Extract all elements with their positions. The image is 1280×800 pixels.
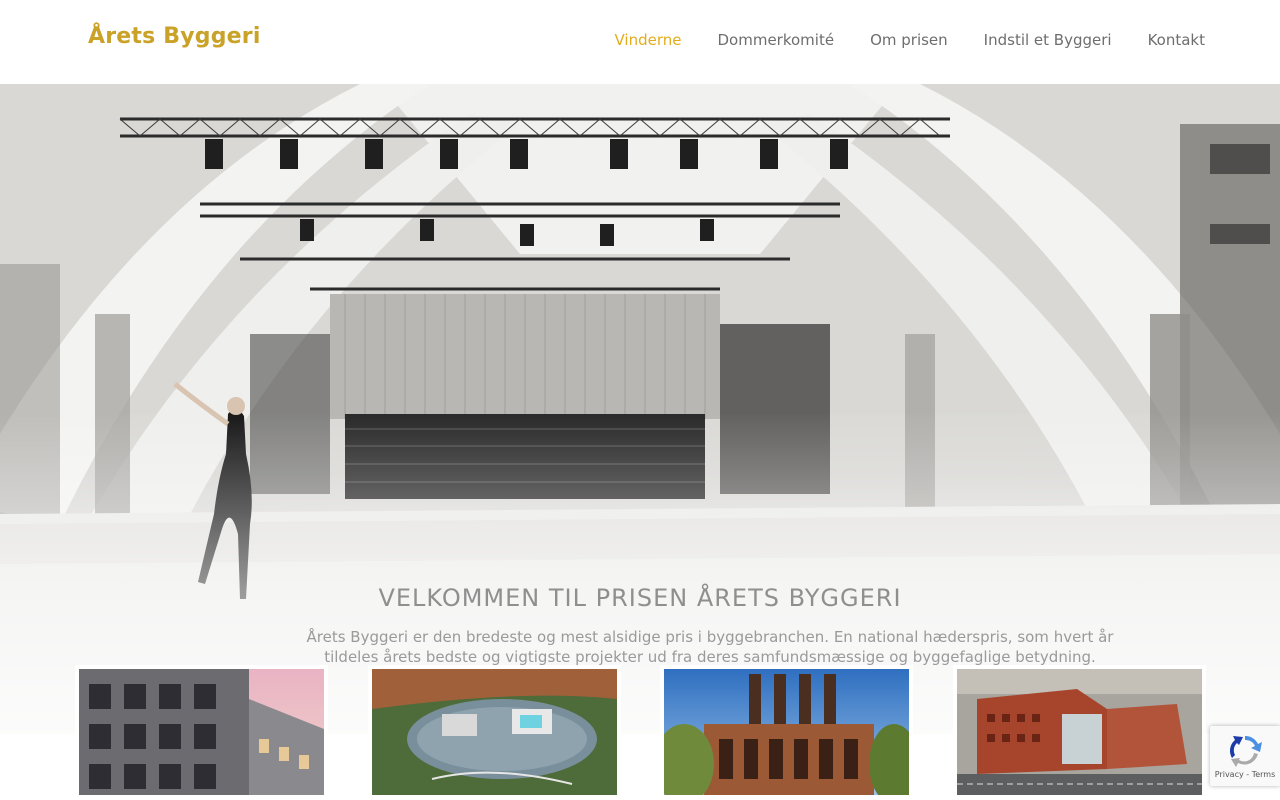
nav-item-kontakt[interactable]: Kontakt [1148,31,1205,49]
hero-section: VELKOMMEN TIL PRISEN ÅRETS BYGGERI Årets… [0,84,1280,734]
project-card-2[interactable] [368,665,621,799]
project-card-4[interactable] [953,665,1206,799]
project-card-3[interactable] [660,665,913,799]
project-image-4 [957,669,1202,795]
project-image-1 [79,669,324,795]
nav-item-vinderne[interactable]: Vinderne [615,31,682,49]
project-card-1[interactable] [75,665,328,799]
site-header: Årets Byggeri Vinderne Dommerkomité Om p… [0,0,1280,84]
nav-item-dommerkomite[interactable]: Dommerkomité [718,31,835,49]
hero-description: Årets Byggeri er den bredeste og mest al… [306,628,1114,666]
project-image-3 [664,669,909,795]
project-image-2 [372,669,617,795]
nav-item-om-prisen[interactable]: Om prisen [870,31,948,49]
hero-title: VELKOMMEN TIL PRISEN ÅRETS BYGGERI [378,584,902,612]
recaptcha-links[interactable]: Privacy - Terms [1210,770,1280,779]
recaptcha-badge[interactable]: Privacy - Terms [1210,726,1280,786]
main-nav: Vinderne Dommerkomité Om prisen Indstil … [615,31,1206,49]
site-logo[interactable]: Årets Byggeri [88,24,261,49]
recaptcha-icon [1229,735,1262,767]
nav-item-indstil[interactable]: Indstil et Byggeri [984,31,1112,49]
project-cards [75,665,1206,800]
